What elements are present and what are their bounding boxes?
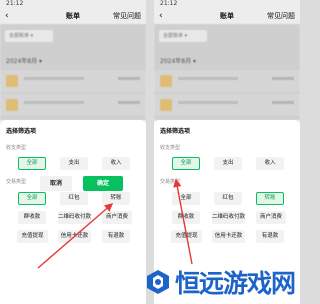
trade-refund-button[interactable]: 有退款 (102, 230, 130, 243)
trade-creditcard-button[interactable]: 信用卡还款 (58, 230, 91, 243)
right-screenshot-panel: 21:12 ‹ 账单 常见问题 全部账单 ▾ 2024年8月 ▾ 选择筛选项 收… (154, 0, 300, 304)
bill-list-background: 全部账单 ▾ 2024年8月 ▾ (0, 24, 146, 120)
status-bar: 21:12 (0, 0, 146, 8)
list-item (0, 70, 146, 92)
trade-merchant-button[interactable]: 商户消费 (256, 211, 286, 224)
trade-creditcard-button[interactable]: 信用卡还款 (212, 230, 245, 243)
bill-list-background: 全部账单 ▾ 2024年8月 ▾ (154, 24, 300, 120)
trade-refund-button[interactable]: 有退款 (256, 230, 284, 243)
trade-group-button[interactable]: 群收款 (18, 211, 46, 224)
month-selector[interactable]: 2024年8月 ▾ (6, 56, 42, 65)
income-all-button[interactable]: 全部 (172, 157, 200, 170)
income-expense-button[interactable]: 支出 (60, 157, 88, 170)
site-watermark: 恒远游戏网 (144, 262, 298, 302)
income-income-button[interactable]: 收入 (256, 157, 284, 170)
filter-chip[interactable]: 全部账单 ▾ (5, 30, 53, 42)
watermark-text: 恒远游戏网 (175, 269, 296, 298)
trade-qrcode-button[interactable]: 二维码收付款 (212, 211, 245, 224)
trade-transfer-button[interactable]: 转账 (256, 192, 284, 205)
trade-merchant-button[interactable]: 商户消费 (102, 211, 132, 224)
confirm-button[interactable]: 确定 (83, 176, 123, 191)
month-selector[interactable]: 2024年8月 ▾ (160, 56, 196, 65)
trade-topup-button[interactable]: 充值提现 (17, 230, 48, 243)
trade-redpacket-button[interactable]: 红包 (60, 192, 88, 205)
faq-link[interactable]: 常见问题 (113, 8, 141, 24)
cancel-button[interactable]: 取消 (40, 176, 72, 191)
status-time: 21:12 (6, 0, 24, 7)
trade-group-button[interactable]: 群收款 (172, 211, 200, 224)
trade-type-label: 交易类型 (6, 179, 27, 185)
faq-link[interactable]: 常见问题 (267, 8, 295, 24)
trade-transfer-button[interactable]: 转账 (102, 192, 130, 205)
trade-qrcode-button[interactable]: 二维码收付款 (58, 211, 91, 224)
left-screenshot-panel: 21:12 ‹ 账单 常见问题 全部账单 ▾ 2024年8月 ▾ 选择筛选项 收… (0, 0, 146, 304)
trade-topup-button[interactable]: 充值提现 (171, 230, 202, 243)
watermark-logo-icon (147, 270, 169, 294)
list-item (0, 94, 146, 116)
title-bar: ‹ 账单 常见问题 (0, 8, 146, 24)
title-bar: ‹ 账单 常见问题 (154, 8, 300, 24)
trade-all-button[interactable]: 全部 (172, 192, 200, 205)
income-all-button[interactable]: 全部 (18, 157, 46, 170)
status-bar: 21:12 (154, 0, 300, 8)
income-income-button[interactable]: 收入 (102, 157, 130, 170)
sheet-title: 选择筛选项 (160, 128, 191, 135)
filter-chip[interactable]: 全部账单 ▾ (159, 30, 207, 42)
trade-type-label: 交易类型 (160, 179, 181, 185)
income-type-label: 收支类型 (160, 145, 181, 151)
trade-all-button[interactable]: 全部 (18, 192, 46, 205)
income-type-label: 收支类型 (6, 145, 27, 151)
status-time: 21:12 (160, 0, 178, 7)
list-item (154, 94, 300, 116)
sheet-title: 选择筛选项 (6, 128, 37, 135)
income-expense-button[interactable]: 支出 (214, 157, 242, 170)
trade-redpacket-button[interactable]: 红包 (214, 192, 242, 205)
list-item (154, 70, 300, 92)
filter-sheet: 选择筛选项 收支类型 全部 支出 收入 交易类型 全部 红包 转账 群收款 二维… (0, 120, 146, 304)
